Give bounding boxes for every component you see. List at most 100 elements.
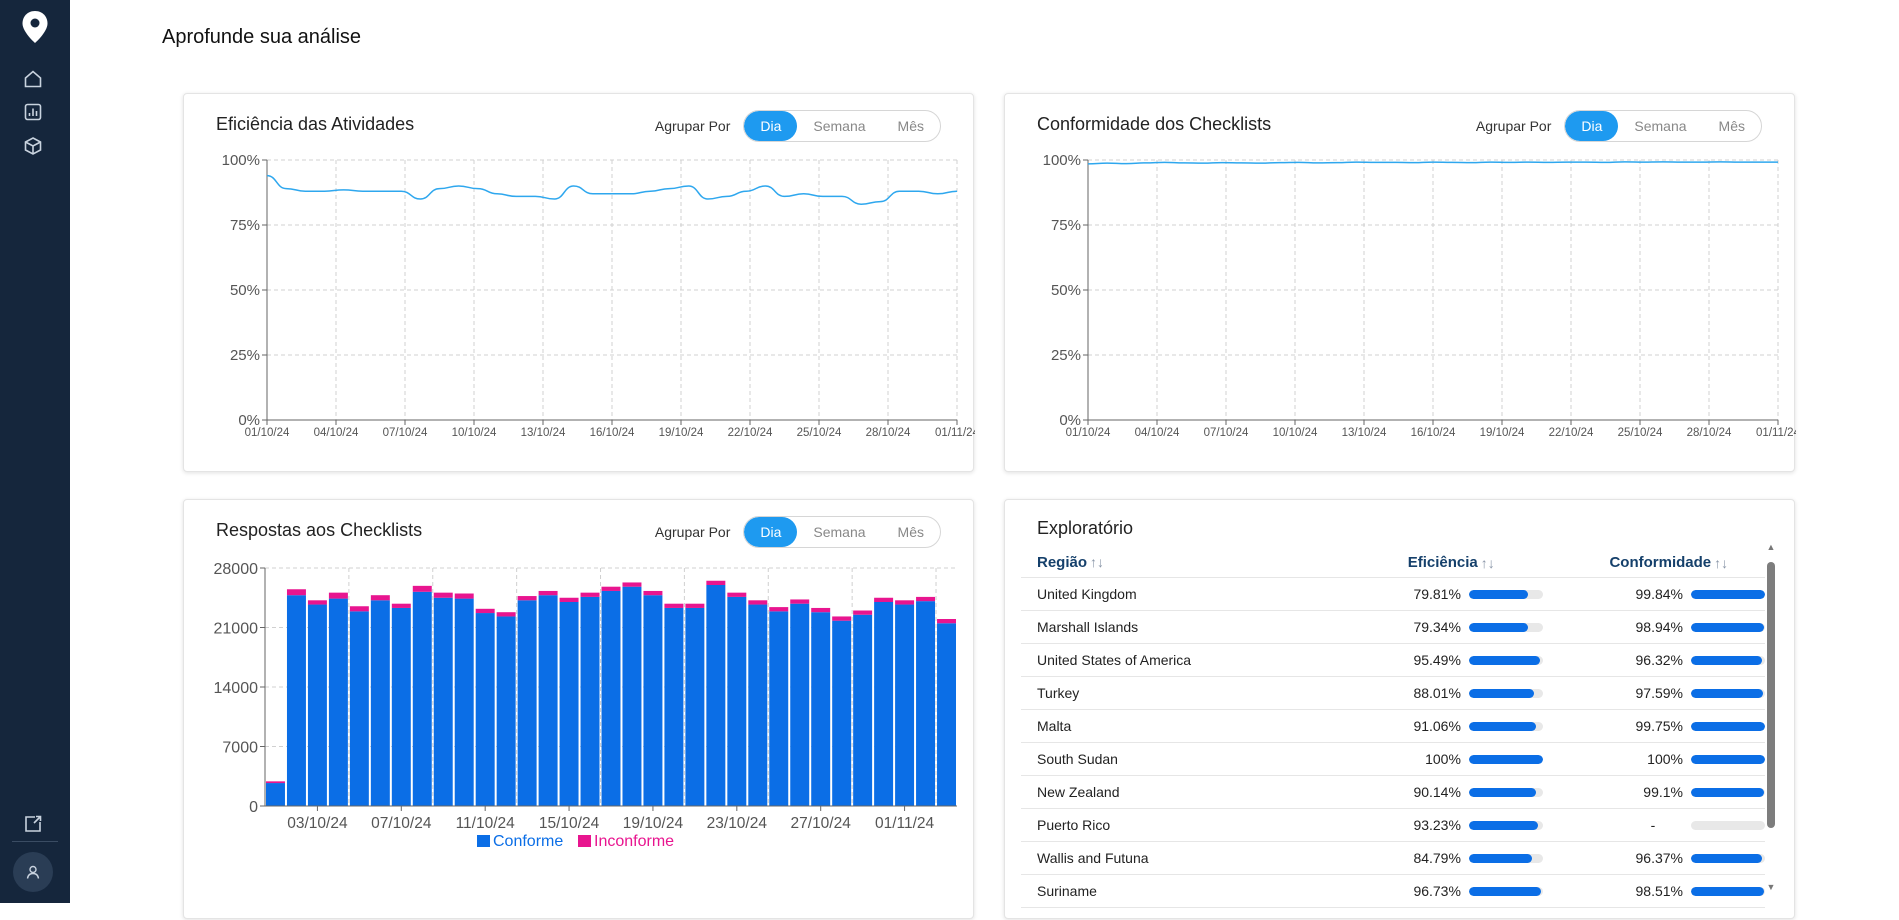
x-tick-label: 19/10/24 [1480,427,1525,439]
y-tick-label: 75% [230,217,260,234]
bar-conforme [685,607,705,806]
bar-conforme [874,602,894,806]
compliance-cell: - [1543,817,1765,833]
efficiency-value: 95.49% [1413,652,1461,668]
table-row[interactable]: United Kingdom 79.81% 99.84% [1021,578,1765,611]
bar-inconforme [937,619,956,624]
compliance-bar [1690,688,1765,698]
bar-inconforme [391,603,411,608]
bar-inconforme [266,781,285,784]
home-icon[interactable] [20,66,46,92]
efficiency-value: 100% [1425,751,1461,767]
table-row[interactable]: Turkey 88.01% 97.59% [1021,677,1765,710]
compliance-bar-fill [1690,721,1765,731]
y-tick-label: 14000 [214,680,259,697]
efficiency-line-chart: 0%25%50%75%100%01/10/24 04/10/24 07/10/24 1… [222,152,975,439]
compliance-cell: 99.84% [1543,586,1765,602]
region-cell: Wallis and Futuna [1037,850,1149,866]
efficiency-cell: 79.81% [1321,586,1543,602]
x-tick-label: 07/10/24 [371,815,432,832]
page-title: Aprofunde sua análise [162,26,362,48]
bar-inconforme [706,580,726,585]
y-tick-label: 50% [1051,282,1081,299]
efficiency-bar [1468,820,1543,830]
efficiency-bar [1468,589,1543,599]
x-tick-label: 16/10/24 [1411,427,1456,439]
bar-inconforme [664,603,684,608]
x-tick-label: 03/10/24 [287,815,348,832]
bar-conforme [475,613,495,806]
compliance-value: 96.32% [1635,652,1683,668]
bar-conforme [706,585,726,806]
bar-conforme [853,614,873,806]
exploratory-card: Exploratório Região ↑↓ Eficiência ↑↓ Confo… [1004,499,1795,919]
efficiency-value: 93.23% [1413,817,1461,833]
plot-area: 0%25%50%75%100%01/10/24 04/10/24 07/10/24 1… [222,152,975,439]
bar-inconforme [349,606,369,612]
table-row[interactable]: Wallis and Futuna 84.79% 96.37% [1021,842,1765,875]
location-pin-logo[interactable] [21,10,49,44]
x-tick-label: 01/10/24 [245,427,290,439]
x-tick-label: 07/10/24 [383,427,428,439]
table-row[interactable]: Marshall Islands 79.34% 98.94% [1021,611,1765,644]
efficiency-cell: 96.73% [1321,883,1543,899]
scroll-thumb[interactable] [1767,562,1775,828]
efficiency-cell: 90.14% [1321,784,1543,800]
compliance-bar-fill [1690,589,1765,599]
bar-conforme [748,604,768,806]
header-efficiency[interactable]: Eficiência ↑↓ [1320,554,1543,571]
responses-bar-chart: 0 7000 14000 21000 28000 03/10/24 07/10/24 11/1… [214,561,957,850]
compliance-cell: 98.51% [1543,883,1765,899]
x-tick-label: 19/10/24 [659,427,704,439]
compliance-value: 99.84% [1635,586,1683,602]
bar-conforme [664,607,684,806]
efficiency-cell: 84.79% [1321,850,1543,866]
header-compliance[interactable]: Conformidade ↑↓ [1543,554,1765,571]
plot-area: 0 7000 14000 21000 28000 03/10/24 07/10/24 11/1… [214,561,957,832]
bar-conforme [433,597,453,806]
bar-conforme [769,611,789,806]
efficiency-value: 79.34% [1413,619,1461,635]
efficiency-bar-fill [1468,589,1528,599]
x-tick-label: 01/11/24 [875,815,935,832]
efficiency-bar [1468,853,1543,863]
user-avatar[interactable] [13,852,53,892]
table-row[interactable]: South Sudan 100% 100% [1021,743,1765,776]
region-cell: Turkey [1037,685,1080,701]
efficiency-bar-fill [1468,886,1541,896]
bar-conforme [412,591,432,806]
compliance-value: 99.1% [1643,784,1683,800]
y-tick-label: 100% [1043,152,1081,169]
bar-inconforme [370,595,390,601]
efficiency-bar-fill [1468,853,1532,863]
scroll-up-icon[interactable]: ▲ [1766,542,1776,552]
bar-conforme [538,595,558,806]
cube-icon[interactable] [20,133,46,159]
table-row[interactable]: United States of America 95.49% 96.32% [1021,644,1765,677]
bar-inconforme [433,592,453,598]
bar-chart-icon[interactable] [20,99,46,125]
efficiency-value: 84.79% [1413,850,1461,866]
legend-label-inconforme: Inconforme [594,833,674,850]
bar-conforme [307,604,327,806]
table-scrollbar[interactable]: ▲ ▼ [1766,542,1776,892]
bar-conforme [916,601,936,806]
header-region[interactable]: Região ↑↓ [1021,554,1320,572]
bar-inconforme [895,600,915,605]
bar-inconforme [811,607,831,613]
table-row[interactable]: Puerto Rico 93.23% - [1021,809,1765,842]
bar-inconforme [475,608,495,614]
table-row[interactable]: Suriname 96.73% 98.51% [1021,875,1765,908]
bar-inconforme [538,590,558,596]
x-tick-label: 22/10/24 [728,427,773,439]
scroll-down-icon[interactable]: ▼ [1766,882,1776,892]
table-row[interactable]: New Zealand 90.14% 99.1% [1021,776,1765,809]
exit-app-icon[interactable] [20,811,46,837]
table-row[interactable]: Malta 91.06% 99.75% [1021,710,1765,743]
legend-swatch-inconforme [578,835,591,847]
y-tick-label: 75% [1051,217,1081,234]
legend-swatch-conforme [477,835,490,847]
header-region-label: Região [1037,553,1088,571]
compliance-line-chart: 0%25%50%75%100%01/10/24 04/10/24 07/10/24 1… [1043,152,1796,439]
bar-conforme [937,623,956,806]
